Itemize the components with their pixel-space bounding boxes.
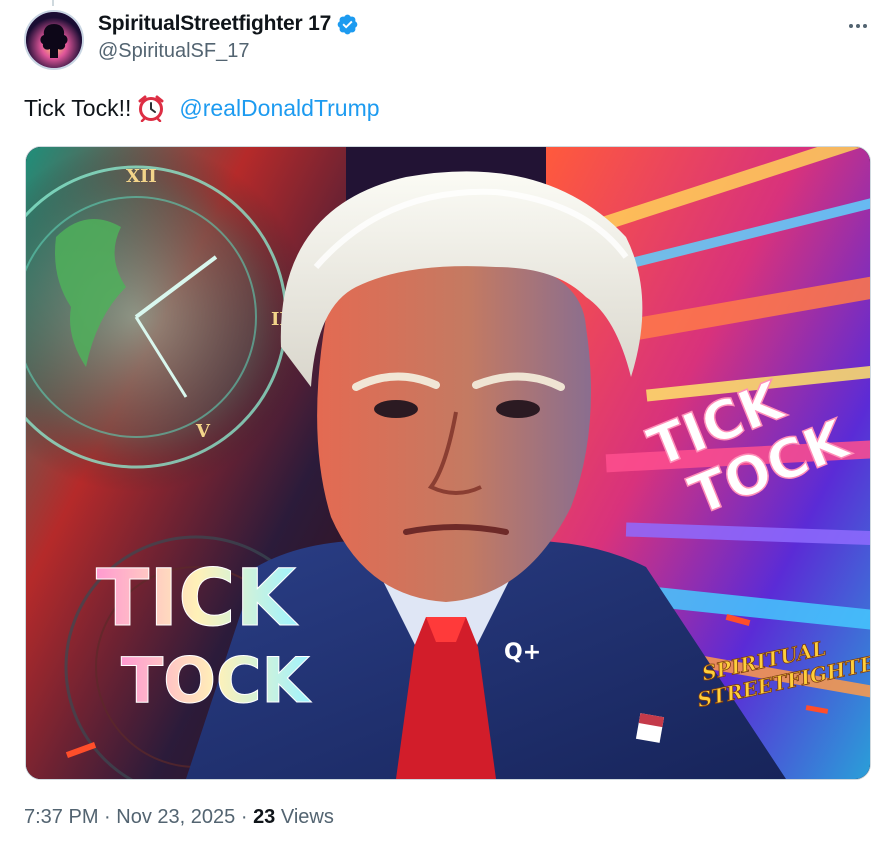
- svg-text:V: V: [195, 421, 211, 442]
- meta-separator: ·: [240, 806, 248, 828]
- user-handle[interactable]: @SpiritualSF_17: [98, 40, 359, 63]
- tweet: SpiritualStreetfighter 17 @SpiritualSF_1…: [0, 0, 894, 854]
- tweet-text-body: Tick Tock!!: [24, 95, 132, 121]
- q-pin-text: Q+: [504, 640, 541, 665]
- verified-badge-icon[interactable]: [336, 13, 359, 36]
- avatar[interactable]: [24, 10, 84, 70]
- views-label: Views: [280, 806, 334, 828]
- mention-link[interactable]: @realDonaldTrump: [179, 92, 379, 124]
- svg-text:XII: XII: [126, 166, 157, 187]
- alarm-clock-icon: [137, 94, 165, 123]
- author-block: SpiritualStreetfighter 17 @SpiritualSF_1…: [98, 10, 359, 63]
- media-artwork: XII III V: [26, 147, 870, 779]
- name-row: SpiritualStreetfighter 17: [98, 10, 359, 38]
- thread-line: [52, 0, 54, 6]
- overlay-text-left-1: TICK: [96, 554, 298, 644]
- views-count: 23: [253, 806, 276, 828]
- meta-separator: ·: [104, 806, 111, 828]
- more-options-button[interactable]: [840, 8, 876, 44]
- display-name[interactable]: SpiritualStreetfighter 17: [98, 12, 331, 36]
- tweet-text: Tick Tock!! @realDonaldTrump: [24, 92, 380, 124]
- tweet-time[interactable]: 7:37 PM: [24, 806, 98, 828]
- tweet-media-image[interactable]: XII III V: [25, 146, 871, 780]
- avatar-silhouette-icon: [26, 12, 82, 68]
- more-dots-icon: [849, 24, 867, 28]
- tweet-meta: 7:37 PM · Nov 23, 2025 · 23 Views: [24, 806, 334, 829]
- tweet-date[interactable]: Nov 23, 2025: [116, 806, 235, 828]
- overlay-text-left-2: TOCK: [121, 644, 311, 717]
